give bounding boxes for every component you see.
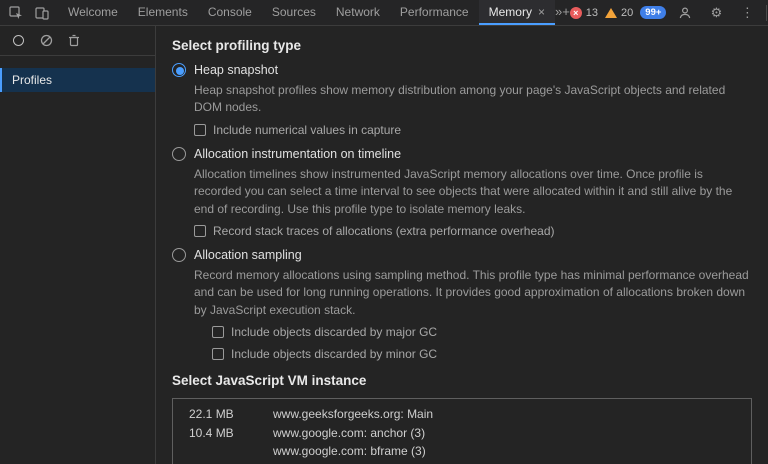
error-icon: × bbox=[570, 7, 582, 19]
option-description: Allocation timelines show instrumented J… bbox=[194, 166, 752, 218]
vm-instance-heading: Select JavaScript VM instance bbox=[172, 373, 752, 388]
option-description: Record memory allocations using sampling… bbox=[194, 267, 752, 319]
divider bbox=[766, 5, 767, 21]
option-label: Allocation sampling bbox=[194, 248, 302, 262]
more-tools-icon[interactable]: + bbox=[562, 0, 570, 22]
vm-name: www.geeksforgeeks.org: Main bbox=[273, 407, 433, 421]
more-options-icon[interactable]: ⋮ bbox=[735, 2, 759, 24]
profiling-option-heap-snapshot: Heap snapshot Heap snapshot profiles sho… bbox=[172, 63, 752, 137]
checkbox-icon[interactable] bbox=[194, 225, 206, 237]
tabbar-right-controls: × 13 20 99+ ⚙ ⋮ × bbox=[570, 0, 768, 25]
vm-row-main[interactable]: 22.1 MB www.geeksforgeeks.org: Main bbox=[173, 404, 751, 423]
more-tabs-icon[interactable]: » bbox=[555, 0, 562, 22]
inspect-element-icon[interactable] bbox=[4, 2, 28, 24]
panel-tabs: Welcome Elements Console Sources Network… bbox=[58, 0, 555, 25]
checkbox-label: Include objects discarded by major GC bbox=[231, 325, 437, 339]
radio-allocation-sampling[interactable] bbox=[172, 248, 186, 262]
warning-icon bbox=[605, 8, 617, 18]
radio-heap-snapshot[interactable] bbox=[172, 63, 186, 77]
memory-panel-content: Select profiling type Heap snapshot Heap… bbox=[156, 26, 768, 464]
sidebar-item-profiles[interactable]: Profiles bbox=[0, 68, 155, 92]
option-description: Heap snapshot profiles show memory distr… bbox=[194, 82, 752, 117]
vm-size: 22.1 MB bbox=[173, 407, 273, 421]
checkbox-label: Include numerical values in capture bbox=[213, 123, 401, 137]
tabbar-tool-icons bbox=[0, 0, 58, 25]
vm-size: 10.4 MB bbox=[173, 426, 273, 458]
warning-count-badge[interactable]: 20 bbox=[605, 7, 633, 19]
checkbox-label: Record stack traces of allocations (extr… bbox=[213, 224, 555, 238]
close-tab-icon[interactable]: × bbox=[538, 6, 545, 18]
checkbox-discard-major-gc[interactable]: Include objects discarded by major GC bbox=[212, 325, 752, 339]
issues-count-badge[interactable]: 99+ bbox=[640, 6, 666, 19]
checkbox-label: Include objects discarded by minor GC bbox=[231, 347, 437, 361]
devtools-body: Profiles Select profiling type Heap snap… bbox=[0, 26, 768, 464]
checkbox-icon[interactable] bbox=[212, 348, 224, 360]
tab-network[interactable]: Network bbox=[326, 0, 390, 25]
profiling-option-allocation-sampling: Allocation sampling Record memory alloca… bbox=[172, 248, 752, 361]
device-toolbar-icon[interactable] bbox=[30, 2, 54, 24]
profiling-option-allocation-timeline: Allocation instrumentation on timeline A… bbox=[172, 147, 752, 238]
option-label: Allocation instrumentation on timeline bbox=[194, 147, 401, 161]
checkbox-discard-minor-gc[interactable]: Include objects discarded by minor GC bbox=[212, 347, 752, 361]
delete-profile-icon[interactable] bbox=[62, 30, 86, 52]
memory-sidebar: Profiles bbox=[0, 26, 156, 464]
profiles-toolbar bbox=[0, 26, 155, 56]
devtools-window: Welcome Elements Console Sources Network… bbox=[0, 0, 768, 464]
vm-row-webworker-1[interactable]: 1.8 MB ⚙ webworker.js bbox=[173, 460, 751, 464]
checkbox-icon[interactable] bbox=[212, 326, 224, 338]
checkbox-include-numerical-values[interactable]: Include numerical values in capture bbox=[194, 123, 752, 137]
devtools-tabbar: Welcome Elements Console Sources Network… bbox=[0, 0, 768, 26]
radio-allocation-timeline[interactable] bbox=[172, 147, 186, 161]
tab-elements[interactable]: Elements bbox=[128, 0, 198, 25]
vm-name: www.google.com: bframe (3) bbox=[273, 444, 426, 458]
account-icon[interactable] bbox=[673, 2, 697, 24]
tab-sources[interactable]: Sources bbox=[262, 0, 326, 25]
profiling-type-heading: Select profiling type bbox=[172, 38, 752, 53]
vm-instance-list: 22.1 MB www.geeksforgeeks.org: Main 10.4… bbox=[172, 398, 752, 464]
tab-console[interactable]: Console bbox=[198, 0, 262, 25]
vm-name: www.google.com: anchor (3) bbox=[273, 426, 426, 440]
tab-welcome[interactable]: Welcome bbox=[58, 0, 128, 25]
tab-memory[interactable]: Memory × bbox=[479, 0, 555, 25]
record-profile-icon[interactable] bbox=[6, 30, 30, 52]
checkbox-icon[interactable] bbox=[194, 124, 206, 136]
tab-performance[interactable]: Performance bbox=[390, 0, 479, 25]
vm-row-google[interactable]: 10.4 MB www.google.com: anchor (3) www.g… bbox=[173, 423, 751, 460]
settings-gear-icon[interactable]: ⚙ bbox=[704, 2, 728, 24]
profiles-list: Profiles bbox=[0, 56, 155, 92]
clear-profiles-icon[interactable] bbox=[34, 30, 58, 52]
error-count-badge[interactable]: × 13 bbox=[570, 7, 598, 19]
option-label: Heap snapshot bbox=[194, 63, 278, 77]
checkbox-record-stack-traces[interactable]: Record stack traces of allocations (extr… bbox=[194, 224, 752, 238]
